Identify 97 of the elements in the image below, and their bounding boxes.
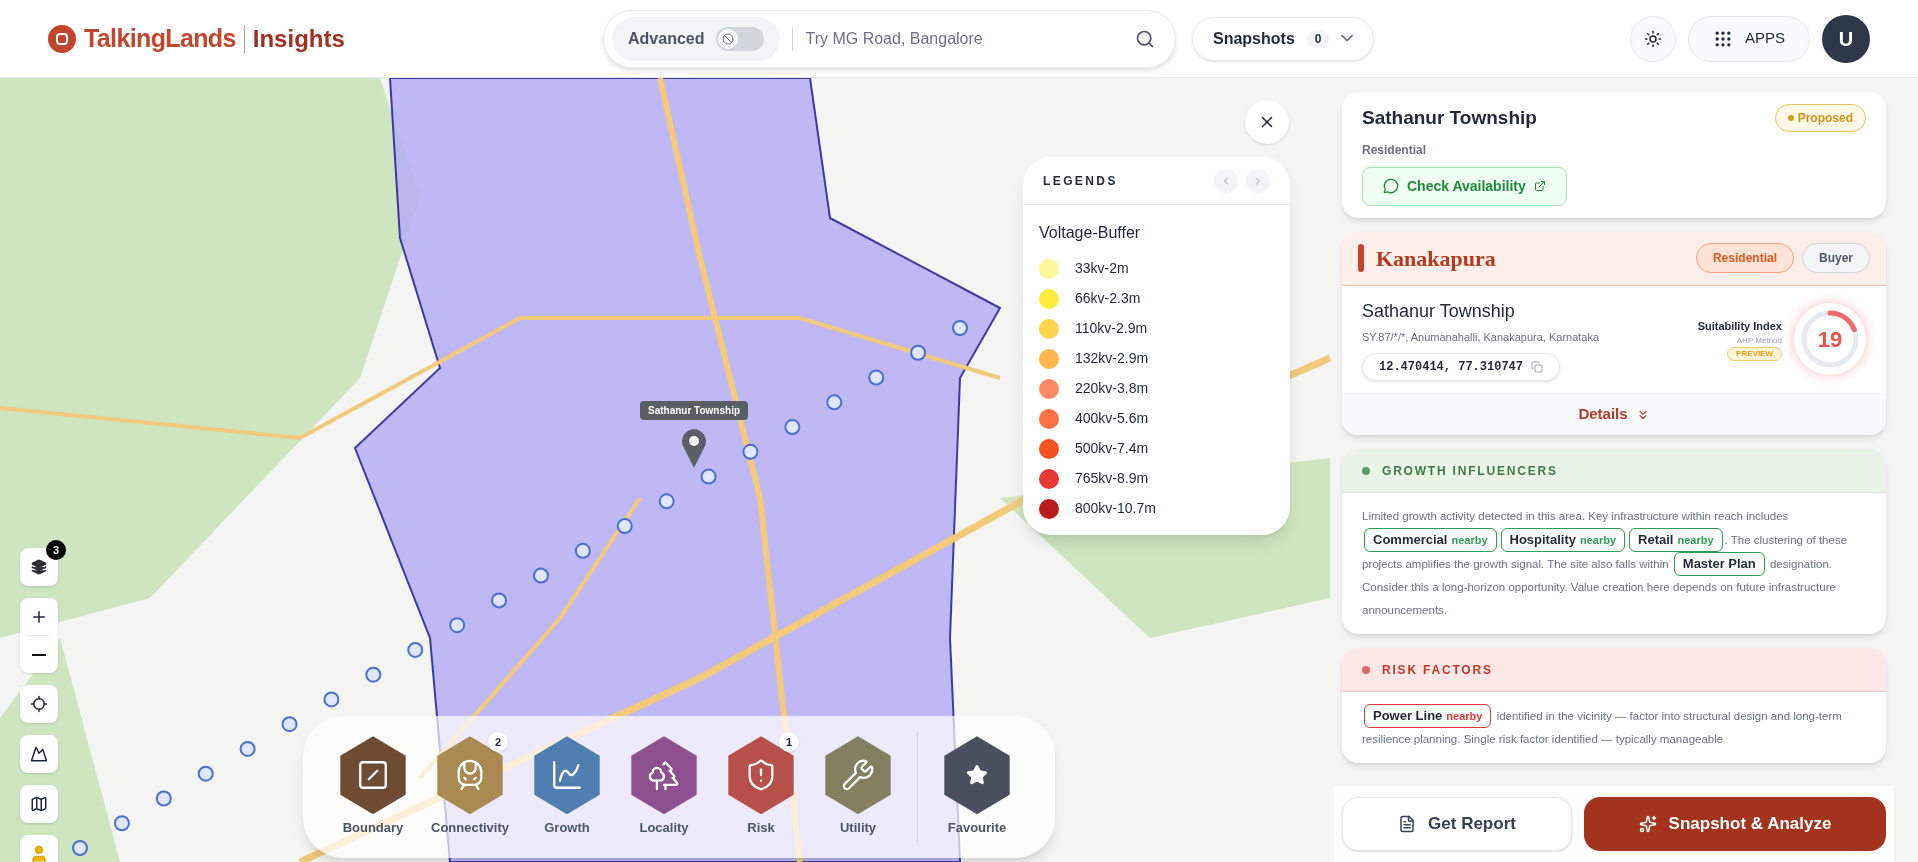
map-icon bbox=[30, 795, 48, 813]
pylon-marker bbox=[72, 840, 88, 856]
pylon-marker bbox=[113, 815, 130, 832]
pylon-marker bbox=[826, 394, 843, 411]
layers-icon bbox=[31, 559, 47, 575]
block-icon bbox=[722, 32, 735, 45]
tag-chip: Power Line nearby bbox=[1364, 704, 1492, 728]
method-label: AHP Method bbox=[1736, 334, 1782, 347]
pylon-marker bbox=[323, 691, 340, 708]
status-badge: Proposed bbox=[1774, 104, 1866, 133]
tag-chip: Hospitality nearby bbox=[1500, 528, 1626, 552]
section-title: GROWTH INFLUENCERS bbox=[1382, 462, 1558, 480]
count-badge: 2 bbox=[488, 732, 508, 753]
snapshot-analyze-button[interactable]: Snapshot & Analyze bbox=[1584, 797, 1886, 851]
advanced-toggle[interactable]: Advanced bbox=[612, 16, 781, 61]
locate-button[interactable] bbox=[20, 685, 58, 723]
tag-chip: Master Plan bbox=[1673, 552, 1765, 576]
tag-chip: Commercial nearby bbox=[1364, 528, 1497, 552]
role-tab[interactable]: Buyer bbox=[1802, 243, 1870, 273]
legend-label: 500kv-7.4m bbox=[1075, 439, 1149, 458]
property-title: Sathanur Township bbox=[1362, 106, 1537, 130]
trees-icon bbox=[647, 758, 681, 793]
sun-icon bbox=[1643, 29, 1662, 48]
category-button[interactable]: Boundary bbox=[335, 736, 411, 838]
section-text: Power Line nearby identified in the vicinity — factor into structural design and long-term resilience planning. Single risk factor identified — typically manageable bbox=[1342, 692, 1886, 763]
category-button[interactable]: Utility bbox=[820, 736, 896, 838]
terrain-button[interactable] bbox=[20, 735, 58, 773]
minus-icon bbox=[32, 653, 46, 656]
pylon-marker bbox=[365, 666, 382, 683]
location-address: SY.87/*/*, Anumanahalli, Kanakapura, Karnataka bbox=[1362, 329, 1600, 345]
count-badge: 1 bbox=[779, 732, 799, 753]
pylon-marker bbox=[952, 320, 968, 336]
sparkle-icon bbox=[1638, 815, 1657, 833]
check-availability-button[interactable]: Check Availability bbox=[1362, 166, 1567, 206]
search-icon[interactable] bbox=[1135, 28, 1155, 49]
pylon-marker bbox=[910, 344, 927, 361]
property-type: Residential bbox=[1362, 141, 1428, 159]
chat-icon bbox=[1383, 178, 1399, 194]
get-report-button[interactable]: Get Report bbox=[1342, 797, 1572, 851]
apps-button[interactable]: APPS bbox=[1687, 15, 1810, 62]
pylon-marker bbox=[784, 419, 801, 436]
pylon-marker bbox=[491, 592, 508, 609]
copy-icon bbox=[1531, 361, 1544, 373]
brand-name: TalkingLands bbox=[84, 22, 236, 54]
search-field[interactable]: Try MG Road, Bangalore bbox=[805, 26, 1135, 51]
legend-label: 132kv-2.9m bbox=[1075, 349, 1149, 368]
legend-label: 110kv-2.9m bbox=[1075, 319, 1148, 338]
marker-label: Sathanur Township bbox=[640, 401, 749, 420]
region-title: Kanakapura bbox=[1376, 244, 1496, 273]
layers-button[interactable] bbox=[20, 548, 58, 586]
index-label: Suitability Index bbox=[1697, 319, 1782, 334]
legend-label: 765kv-8.9m bbox=[1075, 469, 1149, 488]
person-icon bbox=[29, 844, 49, 862]
preview-badge: PREVIEW bbox=[1727, 346, 1782, 361]
legend-label: 66kv-2.3m bbox=[1075, 289, 1141, 308]
product-name: Insights bbox=[252, 23, 345, 54]
logo-icon bbox=[48, 24, 76, 53]
pylon-marker bbox=[616, 518, 633, 535]
pylon-marker bbox=[449, 617, 466, 634]
legend-group-title: Voltage-Buffer bbox=[1039, 223, 1142, 243]
user-avatar[interactable]: U bbox=[1822, 14, 1870, 63]
pylon-marker bbox=[155, 790, 172, 807]
legend-label: 800kv-10.7m bbox=[1075, 499, 1156, 518]
score-value: 19 bbox=[1817, 325, 1843, 354]
map-pin-icon[interactable] bbox=[681, 428, 707, 468]
star-icon bbox=[966, 764, 988, 787]
caret-icon bbox=[1341, 35, 1354, 42]
section-title: RISK FACTORS bbox=[1382, 661, 1493, 679]
section-text: Limited growth activity detected in this area. Key infrastructure within reach includes Commercial nearby Hospitality nearby Retail nearby . The clustering of these projects amplifies the growth signal. The site also falls within Master Plan designation. Consider this a long-horizon opportunity. Value creation here depends on future infrastructure announcements. bbox=[1361, 509, 1849, 618]
map-view-button[interactable] bbox=[20, 785, 58, 823]
category-button[interactable]: Growth bbox=[529, 736, 605, 838]
legend-label: 400kv-5.6m bbox=[1075, 409, 1149, 428]
category-button[interactable]: Locality bbox=[626, 736, 702, 838]
snapshot-count: 0 bbox=[1306, 29, 1330, 48]
advanced-label: Advanced bbox=[628, 28, 705, 49]
pylon-marker bbox=[658, 493, 675, 510]
pylon-marker bbox=[742, 443, 759, 460]
wrench-icon bbox=[841, 758, 875, 793]
pylon-marker bbox=[281, 716, 298, 733]
details-button[interactable]: Details bbox=[1342, 393, 1886, 435]
location-name: Sathanur Township bbox=[1362, 299, 1516, 323]
pylon-marker bbox=[700, 468, 717, 485]
mountain-icon bbox=[30, 745, 48, 763]
pylon-marker bbox=[407, 641, 424, 658]
legend-title: LEGENDS bbox=[1043, 172, 1118, 190]
legend-label: 33kv-2m bbox=[1075, 259, 1129, 278]
external-link-icon bbox=[1533, 180, 1546, 192]
pylon-marker bbox=[574, 542, 591, 559]
tag-chip: Retail nearby bbox=[1629, 528, 1723, 552]
legend-label: 220kv-3.8m bbox=[1075, 379, 1149, 398]
pylon-marker bbox=[868, 369, 885, 386]
pylon-marker bbox=[532, 567, 549, 584]
favourite-button[interactable]: Favourite bbox=[939, 736, 1015, 838]
pylon-marker bbox=[197, 765, 214, 782]
document-icon bbox=[1398, 815, 1417, 833]
locate-icon bbox=[30, 695, 48, 713]
pylon-marker bbox=[239, 740, 256, 757]
